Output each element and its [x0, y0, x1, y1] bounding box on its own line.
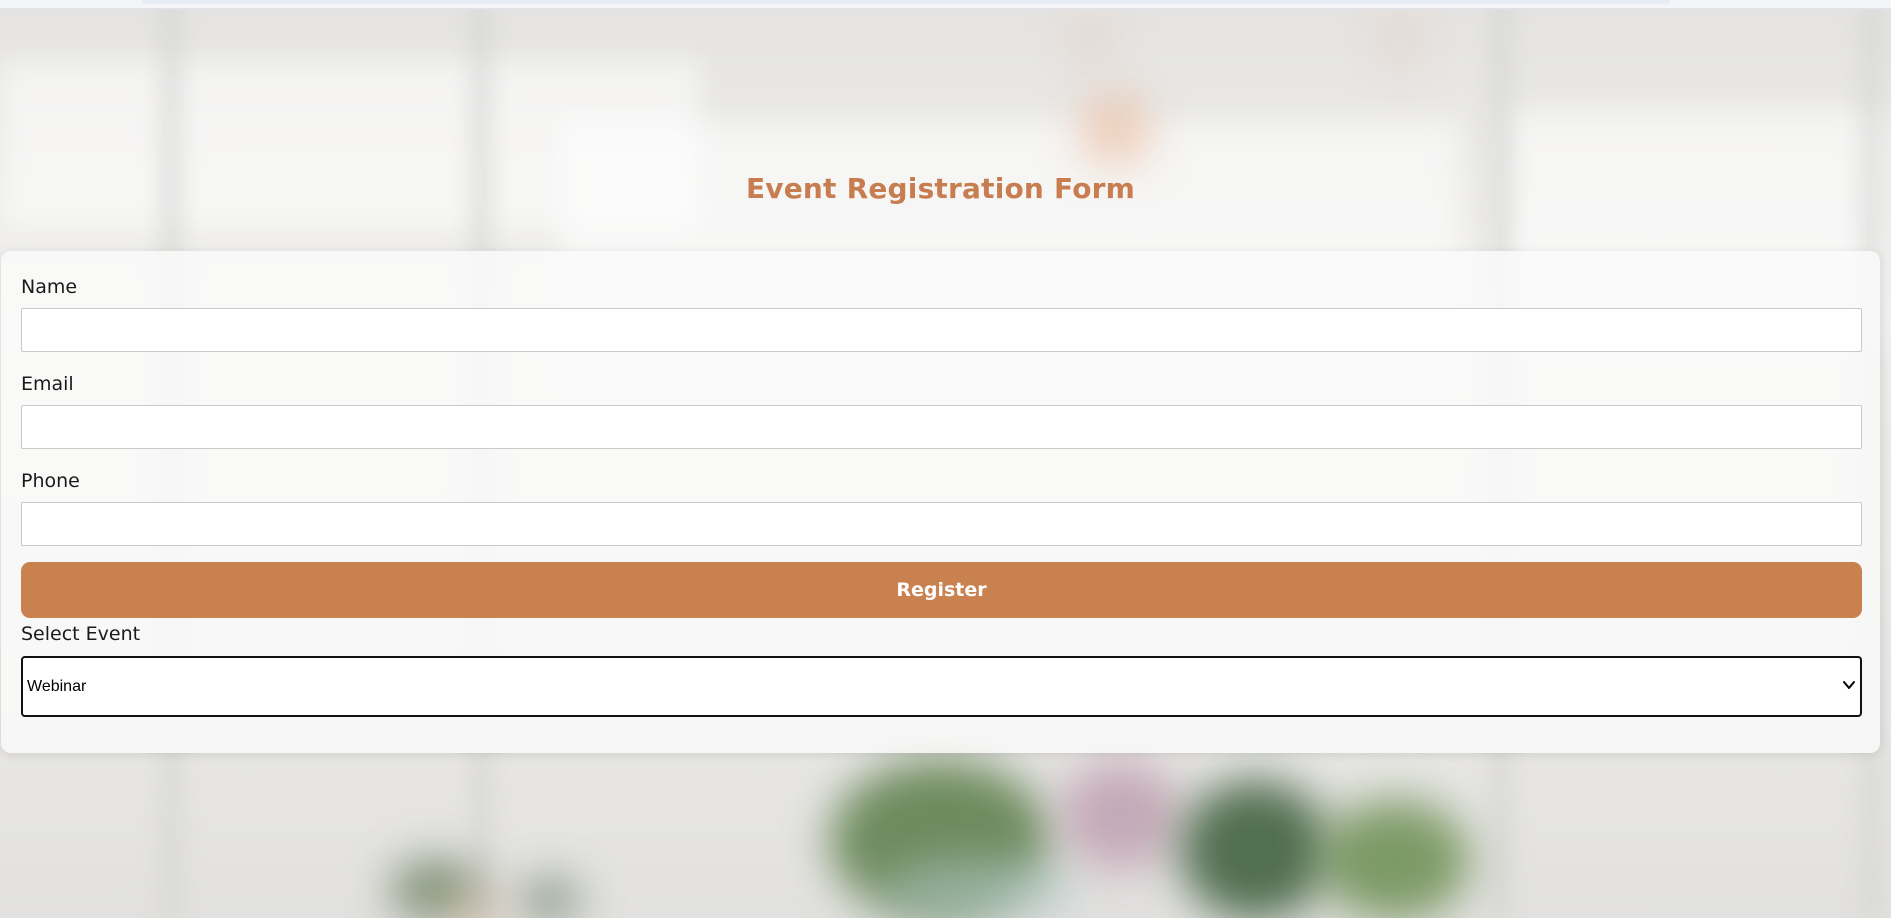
chevron-down-icon: [1842, 677, 1856, 691]
registration-form: Name Email Phone Register Select Event W…: [1, 251, 1880, 753]
event-select[interactable]: Webinar: [21, 656, 1862, 717]
name-label: Name: [21, 276, 78, 298]
phone-input[interactable]: [21, 502, 1862, 546]
page: Event Registration Form Name Email Phone…: [0, 0, 1891, 918]
browser-top-edge: [0, 0, 1891, 9]
email-input[interactable]: [21, 405, 1862, 449]
register-button[interactable]: Register: [21, 562, 1862, 618]
page-title: Event Registration Form: [745, 172, 1136, 205]
email-label: Email: [21, 373, 74, 395]
select-event-label: Select Event: [21, 623, 141, 645]
event-select-value: Webinar: [27, 678, 87, 695]
name-input[interactable]: [21, 308, 1862, 352]
phone-label: Phone: [21, 470, 80, 492]
